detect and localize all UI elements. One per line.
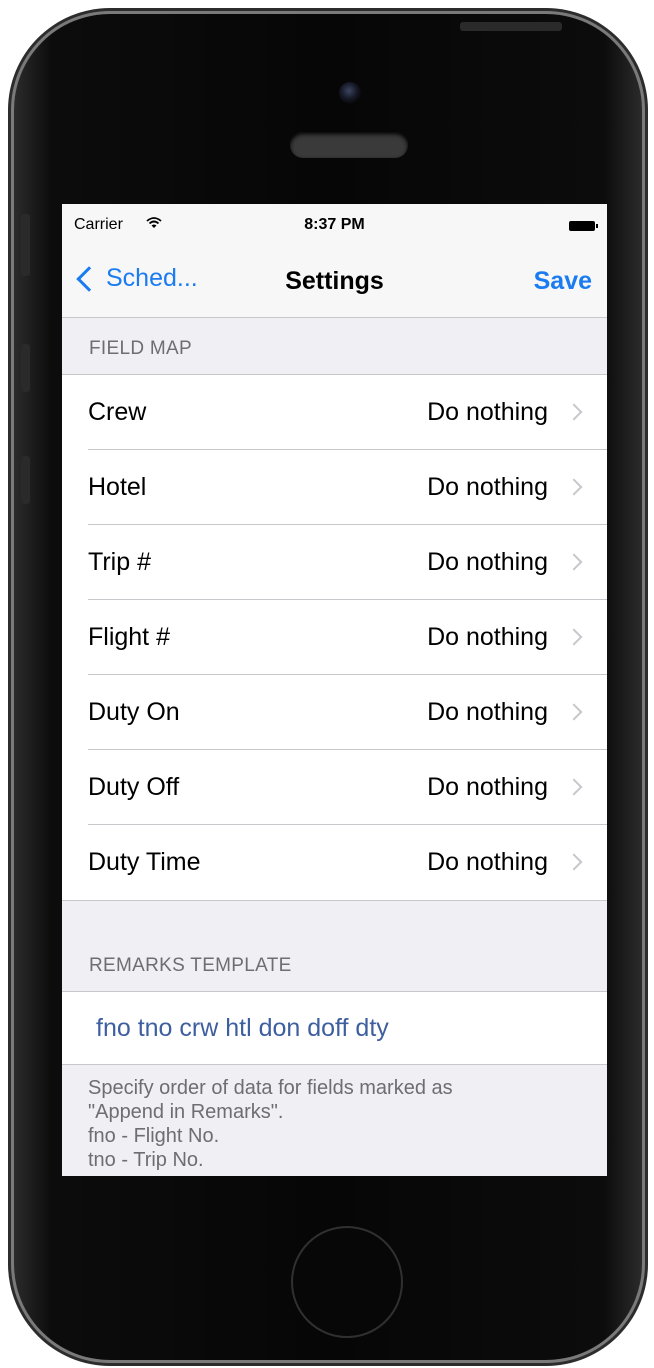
footer-line: tno - Trip No. <box>88 1149 204 1171</box>
field-row-flight[interactable]: Flight # Do nothing <box>62 600 607 675</box>
silent-switch <box>21 214 30 276</box>
back-button[interactable]: Sched... <box>74 264 198 293</box>
status-bar: Carrier 8:37 PM <box>62 204 607 246</box>
chevron-right-icon <box>565 553 583 571</box>
remarks-template-group: fno tno crw htl don doff dty <box>62 991 607 1065</box>
screen: Carrier 8:37 PM Sched... Settings Save F… <box>62 204 607 1176</box>
row-value: Do nothing <box>427 773 548 801</box>
chevron-right-icon <box>565 703 583 721</box>
remarks-template-header: REMARKS TEMPLATE <box>89 955 292 976</box>
field-row-trip[interactable]: Trip # Do nothing <box>62 525 607 600</box>
field-row-crew[interactable]: Crew Do nothing <box>62 375 607 450</box>
row-value: Do nothing <box>427 848 548 876</box>
row-value: Do nothing <box>427 548 548 576</box>
clock: 8:37 PM <box>304 216 365 233</box>
navigation-bar: Sched... Settings Save <box>62 246 607 318</box>
home-button[interactable] <box>291 1226 403 1338</box>
row-value: Do nothing <box>427 698 548 726</box>
chevron-right-icon <box>565 778 583 796</box>
chevron-right-icon <box>565 853 583 871</box>
footer-line: Specify order of data for fields marked … <box>88 1077 453 1099</box>
field-map-list: Crew Do nothing Hotel Do nothing Trip # … <box>62 374 607 901</box>
row-value: Do nothing <box>427 623 548 651</box>
field-row-hotel[interactable]: Hotel Do nothing <box>62 450 607 525</box>
field-row-duty-on[interactable]: Duty On Do nothing <box>62 675 607 750</box>
chevron-right-icon <box>565 478 583 496</box>
row-label: Hotel <box>88 473 147 501</box>
volume-up-button <box>21 344 30 392</box>
chevron-right-icon <box>565 628 583 646</box>
power-button <box>460 22 562 31</box>
battery-icon <box>569 221 598 231</box>
row-label: Duty Time <box>88 848 201 876</box>
back-button-label: Sched... <box>106 264 198 292</box>
row-label: Duty Off <box>88 773 180 801</box>
remarks-footer-note: Specify order of data for fields marked … <box>88 1076 587 1172</box>
row-label: Trip # <box>88 548 151 576</box>
earpiece-speaker <box>290 132 408 158</box>
row-value: Do nothing <box>427 473 548 501</box>
row-value: Do nothing <box>427 398 548 426</box>
row-label: Crew <box>88 398 147 426</box>
front-camera <box>339 82 361 104</box>
footer-line: "Append in Remarks". <box>88 1101 284 1123</box>
field-row-duty-time[interactable]: Duty Time Do nothing <box>62 825 607 900</box>
row-label: Duty On <box>88 698 180 726</box>
chevron-left-icon <box>76 265 102 292</box>
field-row-duty-off[interactable]: Duty Off Do nothing <box>62 750 607 825</box>
remarks-template-field[interactable]: fno tno crw htl don doff dty <box>62 992 607 1064</box>
row-label: Flight # <box>88 623 170 651</box>
footer-line: fno - Flight No. <box>88 1125 220 1147</box>
save-button[interactable]: Save <box>534 267 592 296</box>
volume-down-button <box>21 456 30 504</box>
chevron-right-icon <box>565 403 583 421</box>
field-map-header: FIELD MAP <box>89 338 192 359</box>
